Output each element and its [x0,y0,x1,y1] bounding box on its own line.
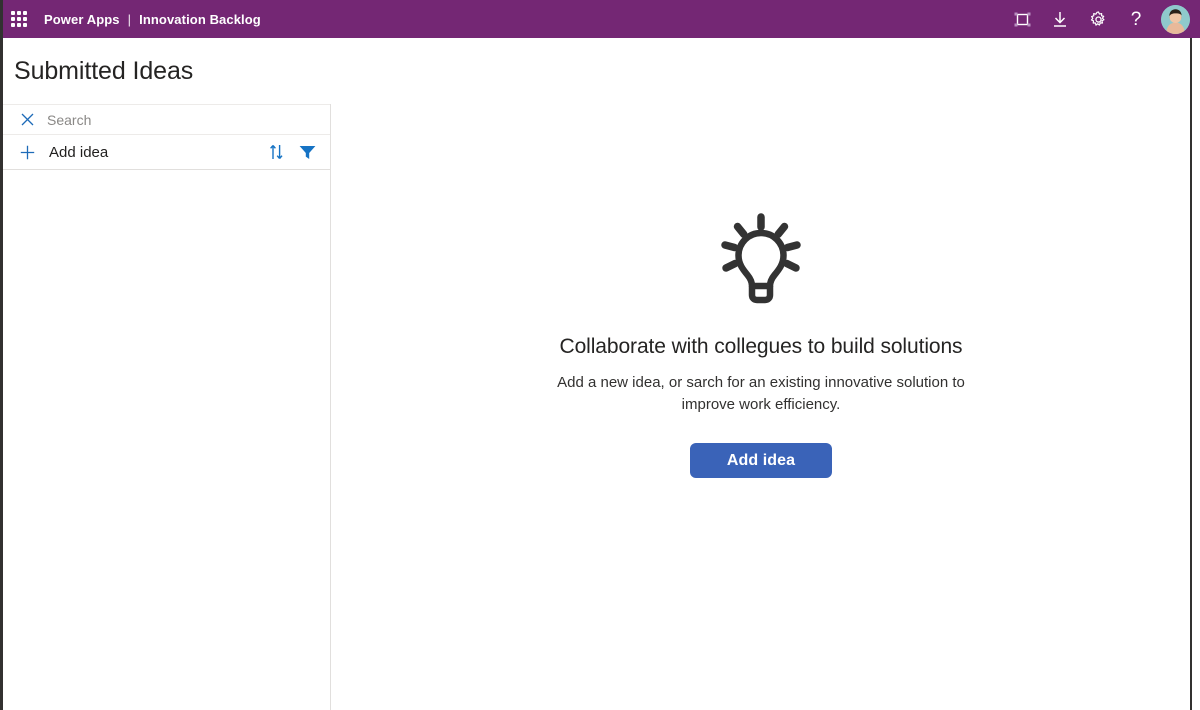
avatar[interactable] [1161,4,1190,34]
add-idea-row: Add idea [3,135,330,170]
waffle-dot [11,11,15,15]
page-title: Submitted Ideas [14,56,194,85]
ideas-list-panel: Search Add idea [3,104,331,710]
fit-screen-icon[interactable] [1003,0,1041,38]
app-name-label[interactable]: Innovation Backlog [139,12,261,27]
add-idea-button[interactable]: Add idea [690,443,832,478]
waffle-dot [17,11,21,15]
window-border-left [0,0,3,710]
empty-state-heading: Collaborate with collegues to build solu… [559,335,963,358]
search-placeholder: Search [47,111,92,128]
waffle-dot [23,11,27,15]
help-glyph: ? [1130,8,1142,30]
empty-state-description: Add a new idea, or sarch for an existing… [557,374,965,413]
plus-icon[interactable] [20,145,35,160]
waffle-grid [11,11,27,27]
waffle-dot [17,17,21,21]
search-input[interactable]: Search [3,104,330,135]
topbar-actions: ? [1003,0,1200,38]
filter-icon[interactable] [299,144,316,161]
gear-icon[interactable] [1079,0,1117,38]
app-launcher-icon[interactable] [0,0,38,38]
waffle-dot [23,23,27,27]
ideas-list-empty [3,170,330,706]
list-tools [268,144,316,161]
waffle-dot [11,23,15,27]
page-header: Submitted Ideas [3,38,1190,104]
download-icon[interactable] [1041,0,1079,38]
brand-area: Power Apps | Innovation Backlog [44,12,261,27]
brand-label[interactable]: Power Apps [44,12,120,27]
app-frame: Power Apps | Innovation Backlog ? Submit… [0,0,1200,710]
waffle-dot [23,17,27,21]
top-command-bar: Power Apps | Innovation Backlog ? [0,0,1200,38]
empty-state: Collaborate with collegues to build solu… [332,201,1190,478]
help-icon[interactable]: ? [1117,0,1155,38]
window-border-right [1190,38,1192,710]
sort-icon[interactable] [268,144,285,161]
main-content: Collaborate with collegues to build solu… [332,104,1190,710]
close-icon[interactable] [19,112,35,128]
add-idea-label[interactable]: Add idea [49,144,108,161]
lightbulb-icon [706,201,816,311]
brand-separator: | [127,11,132,27]
waffle-dot [17,23,21,27]
waffle-dot [11,17,15,21]
